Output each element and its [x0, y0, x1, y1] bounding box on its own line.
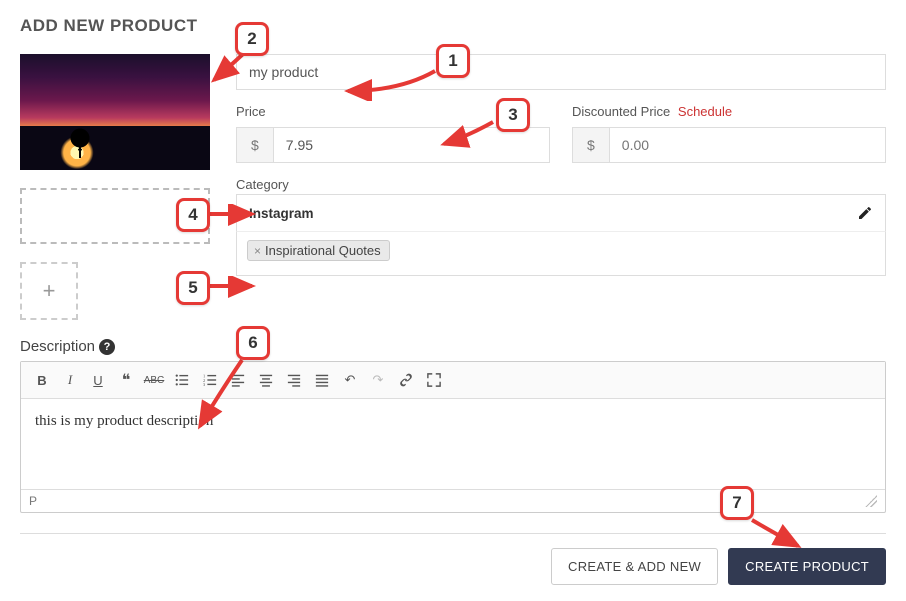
category-tag-area[interactable]: × Inspirational Quotes	[236, 232, 886, 276]
description-body[interactable]: this is my product description	[21, 399, 885, 489]
edit-icon[interactable]	[857, 205, 873, 221]
discounted-price-input[interactable]	[609, 127, 886, 163]
currency-symbol-discount: $	[572, 127, 609, 163]
tag-label: Inspirational Quotes	[265, 243, 381, 258]
unordered-list-button[interactable]	[169, 368, 195, 392]
align-right-button[interactable]	[281, 368, 307, 392]
plus-icon: +	[43, 278, 56, 304]
italic-button[interactable]: I	[57, 368, 83, 392]
discounted-price-input-group: $	[572, 127, 886, 163]
annotation-2: 2	[235, 22, 269, 56]
resize-grip[interactable]	[865, 495, 877, 507]
description-label: Description	[20, 338, 95, 355]
strike-button[interactable]: ABC	[141, 368, 167, 392]
page-title: ADD NEW PRODUCT	[20, 16, 886, 36]
sunset-thumbnail	[20, 54, 210, 170]
bold-button[interactable]: B	[29, 368, 55, 392]
editor-toolbar: B I U ❝ ABC 123 ↶ ↷	[21, 362, 885, 399]
undo-button[interactable]: ↶	[337, 368, 363, 392]
annotation-4: 4	[176, 198, 210, 232]
align-justify-button[interactable]	[309, 368, 335, 392]
separator	[20, 533, 886, 534]
svg-text:3: 3	[203, 382, 206, 387]
editor-element-path: P	[29, 494, 37, 508]
currency-symbol: $	[236, 127, 273, 163]
create-product-button[interactable]: CREATE PRODUCT	[728, 548, 886, 585]
discounted-price-label-text: Discounted Price	[572, 104, 670, 119]
schedule-link[interactable]: Schedule	[678, 104, 732, 119]
align-left-button[interactable]	[225, 368, 251, 392]
product-name-input[interactable]	[236, 54, 886, 90]
align-center-button[interactable]	[253, 368, 279, 392]
category-group-name: Instagram	[249, 206, 314, 221]
annotation-6: 6	[236, 326, 270, 360]
create-and-add-new-button[interactable]: CREATE & ADD NEW	[551, 548, 718, 585]
discounted-price-label: Discounted Price Schedule	[572, 104, 886, 119]
category-header[interactable]: Instagram	[236, 194, 886, 232]
category-label: Category	[236, 177, 886, 192]
add-image-button[interactable]: +	[20, 262, 78, 320]
rich-text-editor: B I U ❝ ABC 123 ↶ ↷ this is my product d…	[20, 361, 886, 513]
underline-button[interactable]: U	[85, 368, 111, 392]
quote-button[interactable]: ❝	[113, 368, 139, 392]
annotation-7: 7	[720, 486, 754, 520]
annotation-1: 1	[436, 44, 470, 78]
fullscreen-button[interactable]	[421, 368, 447, 392]
tag-remove-icon[interactable]: ×	[254, 244, 261, 258]
product-image-primary[interactable]	[20, 54, 210, 170]
link-button[interactable]	[393, 368, 419, 392]
price-input-group: $	[236, 127, 550, 163]
redo-button[interactable]: ↷	[365, 368, 391, 392]
help-icon[interactable]: ?	[99, 339, 115, 355]
price-input[interactable]	[273, 127, 550, 163]
annotation-5: 5	[176, 271, 210, 305]
category-tag[interactable]: × Inspirational Quotes	[247, 240, 390, 261]
annotation-3: 3	[496, 98, 530, 132]
ordered-list-button[interactable]: 123	[197, 368, 223, 392]
